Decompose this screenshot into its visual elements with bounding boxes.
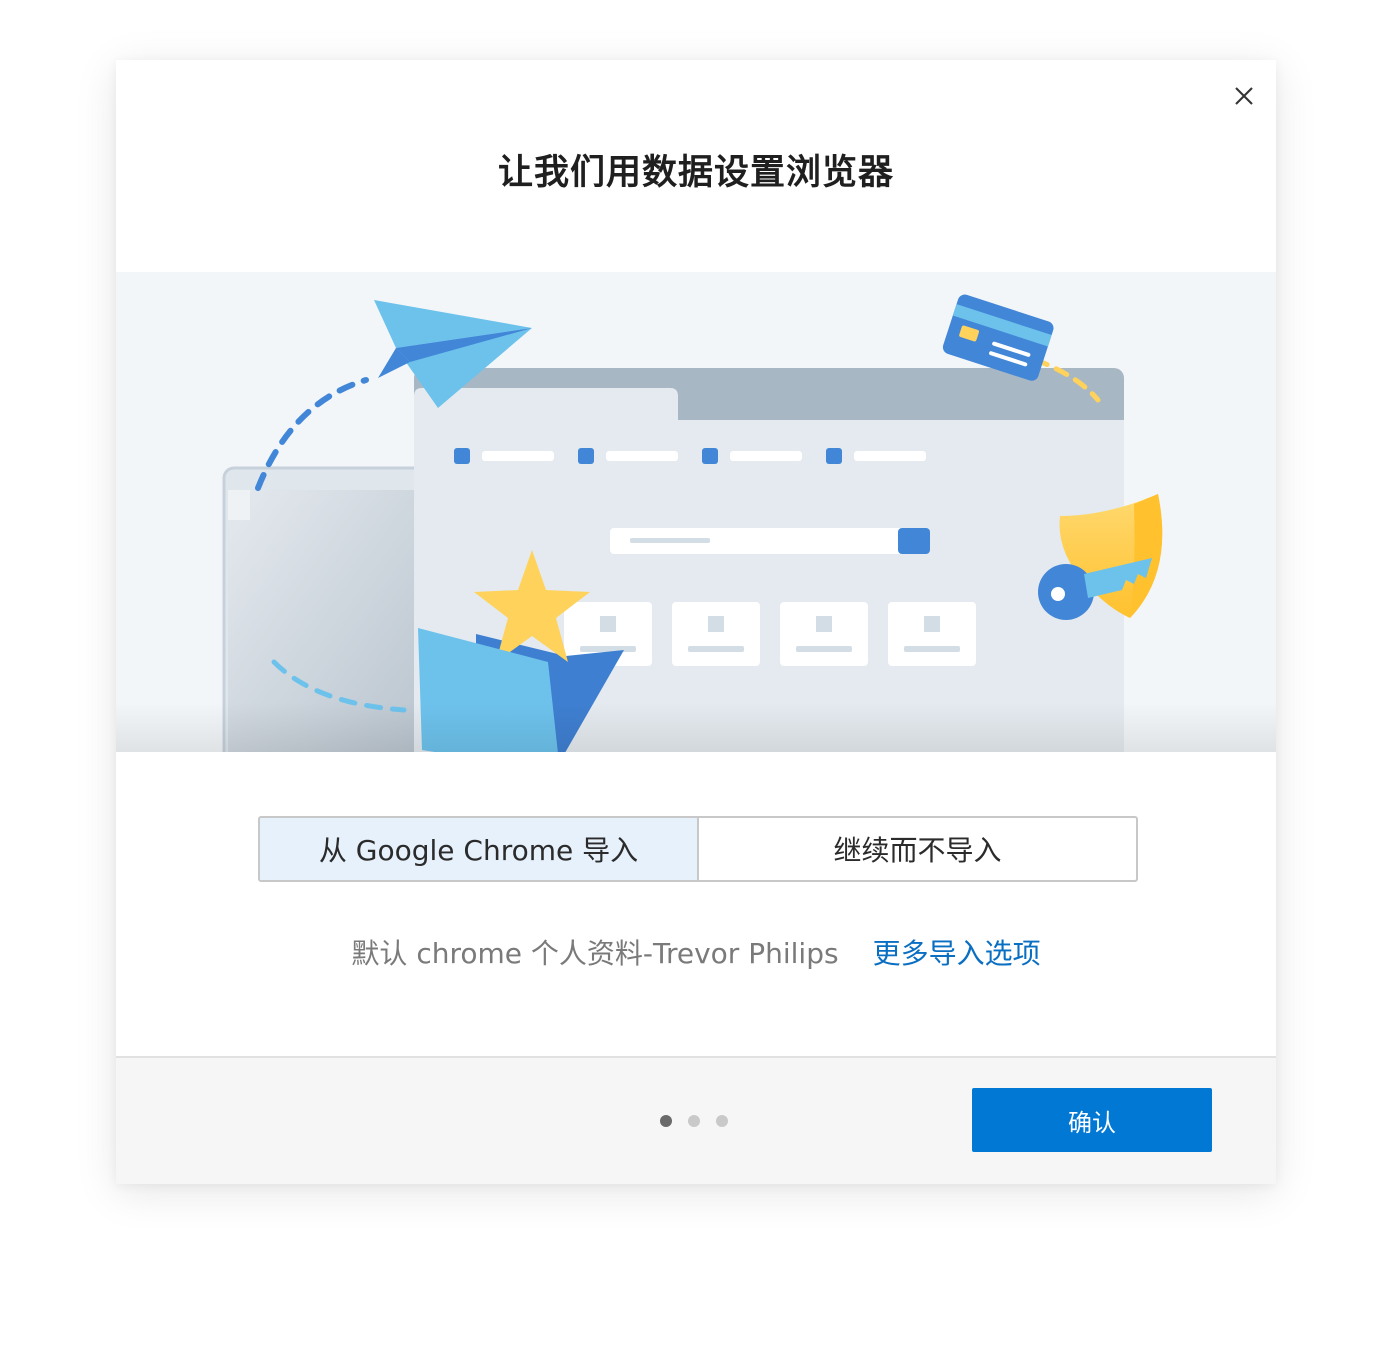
more-import-options-link[interactable]: 更多导入选项 [873,937,1041,970]
import-illustration [116,272,1276,752]
dialog-title: 让我们用数据设置浏览器 [497,153,894,193]
dialog-footer: 确认 [116,1056,1276,1184]
import-from-chrome-option[interactable]: 从 Google Chrome 导入 [260,818,699,880]
page-indicator [660,1115,728,1127]
page-dot-3[interactable] [716,1115,728,1127]
profile-name-text: 默认 chrome 个人资料-Trevor Philips [351,937,839,970]
page-dot-1[interactable] [660,1115,672,1127]
import-choice-group: 从 Google Chrome 导入 继续而不导入 [258,816,1138,882]
close-icon [1235,87,1253,105]
import-dialog: 让我们用数据设置浏览器 从 Google Chrome 导入 继续而不导入 默认… [116,60,1276,1184]
page-dot-2[interactable] [688,1115,700,1127]
close-button[interactable] [1228,80,1260,112]
continue-without-import-option[interactable]: 继续而不导入 [699,818,1136,880]
confirm-button[interactable]: 确认 [972,1088,1212,1152]
profile-line: 默认 chrome 个人资料-Trevor Philips 更多导入选项 [116,932,1276,972]
